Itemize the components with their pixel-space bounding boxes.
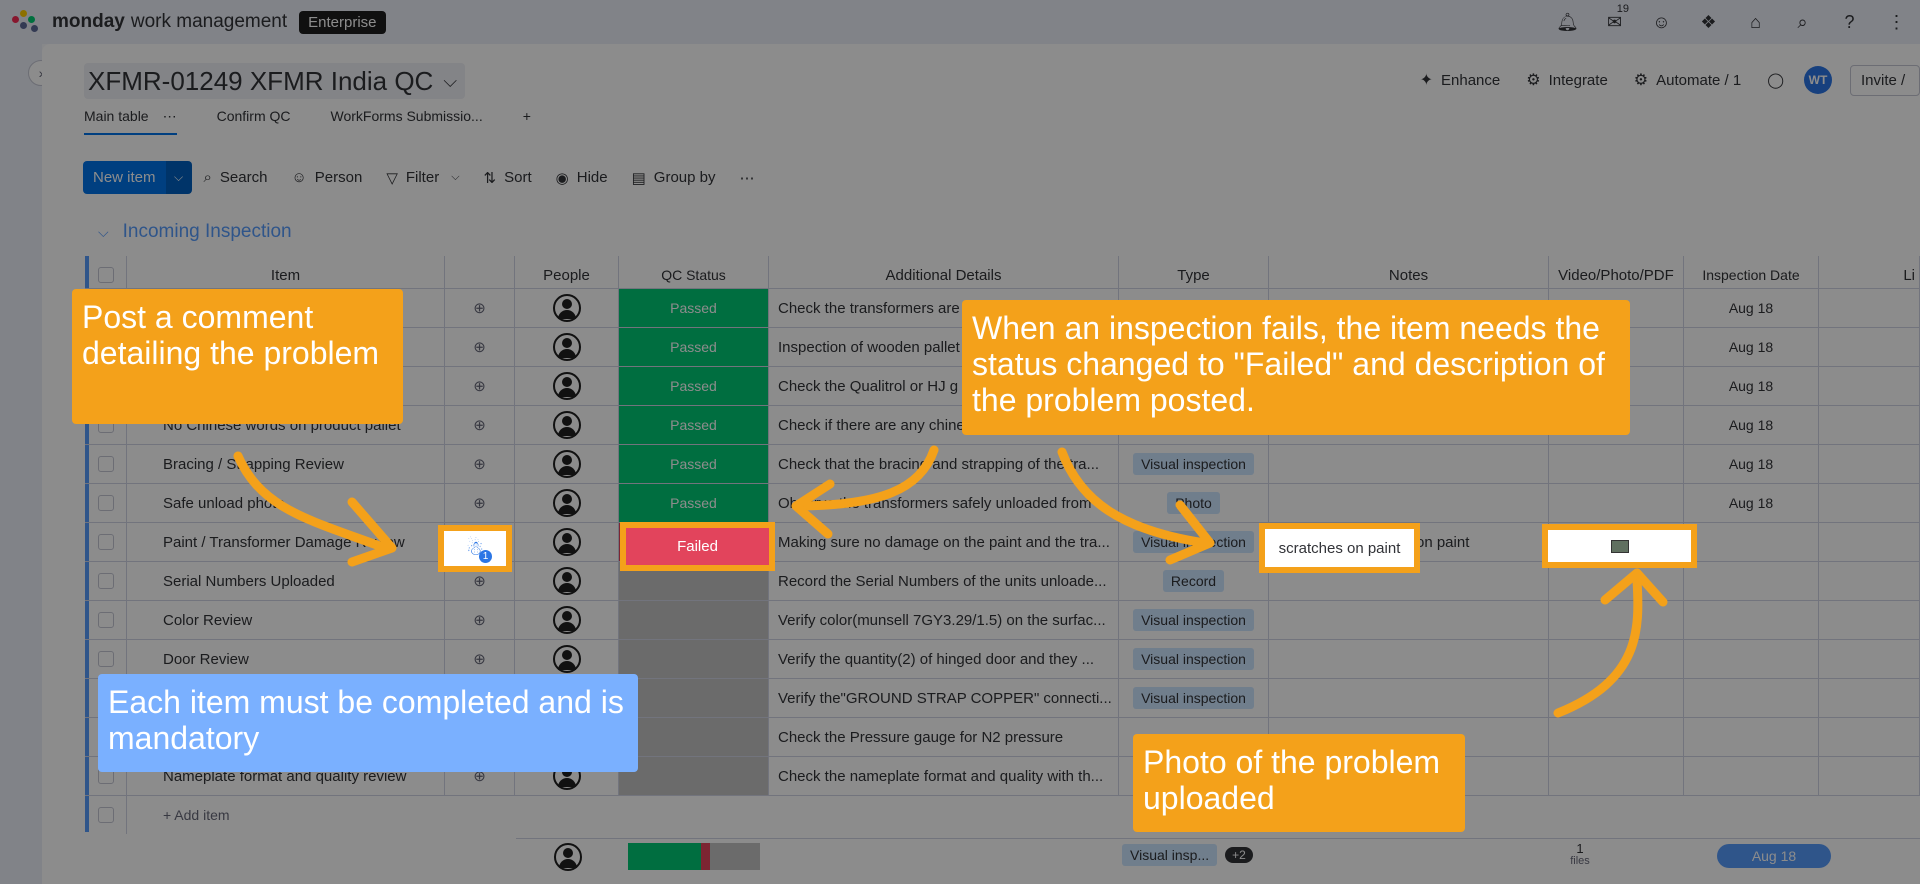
arrow-to-comment <box>233 451 390 553</box>
arrow-to-notes <box>1057 447 1210 548</box>
arrow-to-status <box>795 445 939 511</box>
arrow-to-photo <box>1553 575 1643 718</box>
arrowhead-notes <box>1165 500 1215 565</box>
arrowhead-comment <box>347 497 397 567</box>
annotation-arrows <box>233 445 1668 718</box>
